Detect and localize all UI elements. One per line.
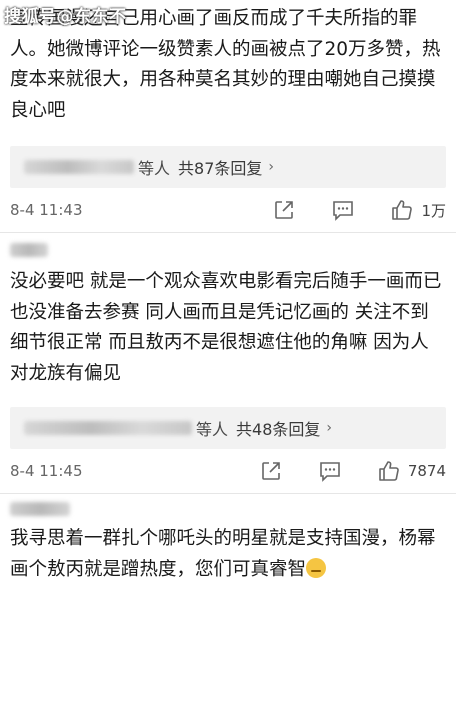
blurred-author-name[interactable] bbox=[10, 243, 48, 257]
comment-meta: 8-4 11:45 7874 bbox=[10, 449, 446, 493]
share-icon[interactable] bbox=[258, 458, 284, 484]
reply-suffix: 等人 bbox=[196, 420, 229, 439]
chevron-right-icon: › bbox=[326, 420, 332, 436]
comment-icon[interactable] bbox=[330, 197, 356, 223]
comment-text: 没必要吧 就是一个观众喜欢电影看完后随手一画而已 也没准备去参赛 同人画而且是凭… bbox=[10, 271, 442, 384]
reply-count: 共48条回复 bbox=[236, 420, 321, 439]
like-count: 7874 bbox=[407, 462, 446, 480]
comment-item-3: 我寻思着一群扎个哪吒头的明星就是支持国漫，杨幂画个敖丙就是蹭热度，您们可真睿智 bbox=[0, 524, 456, 585]
comment-item-2: 没必要吧 就是一个观众喜欢电影看完后随手一画而已 也没准备去参赛 同人画而且是凭… bbox=[0, 267, 456, 493]
reply-summary[interactable]: 等人 共48条回复 › bbox=[10, 407, 446, 449]
timestamp: 8-4 11:45 bbox=[10, 462, 83, 480]
thumbs-up-icon[interactable] bbox=[376, 458, 402, 484]
comment-icon[interactable] bbox=[317, 458, 343, 484]
blurred-author-name[interactable] bbox=[10, 502, 70, 516]
share-icon[interactable] bbox=[271, 197, 297, 223]
timestamp: 8-4 11:43 bbox=[10, 201, 83, 219]
comment-text: 我寻思着一群扎个哪吒头的明星就是支持国漫，杨幂画个敖丙就是蹭热度，您们可真睿智 bbox=[10, 528, 436, 580]
chevron-right-icon: › bbox=[268, 159, 274, 175]
blurred-replier-names bbox=[24, 160, 134, 174]
comment-author-row bbox=[0, 233, 456, 267]
reply-suffix: 等人 bbox=[138, 159, 171, 178]
like-count: 1万 bbox=[421, 201, 446, 220]
thumbs-up-icon[interactable] bbox=[389, 197, 415, 223]
reply-count: 共87条回复 bbox=[178, 159, 263, 178]
comment-author-row bbox=[0, 494, 456, 524]
comment-item-1: 宣传国漫还自己用心画了画反而成了千夫所指的罪人。她微博评论一级赞素人的画被点了2… bbox=[0, 0, 456, 232]
reply-summary[interactable]: 等人 共87条回复 › bbox=[10, 146, 446, 188]
blurred-replier-names bbox=[24, 421, 192, 435]
smirk-emoji-icon bbox=[306, 557, 327, 578]
watermark: 搜狐号@东东不 bbox=[4, 7, 127, 27]
comment-text-wrap: 我寻思着一群扎个哪吒头的明星就是支持国漫，杨幂画个敖丙就是蹭热度，您们可真睿智 bbox=[10, 524, 446, 585]
comment-meta: 8-4 11:43 1万 bbox=[10, 188, 446, 232]
